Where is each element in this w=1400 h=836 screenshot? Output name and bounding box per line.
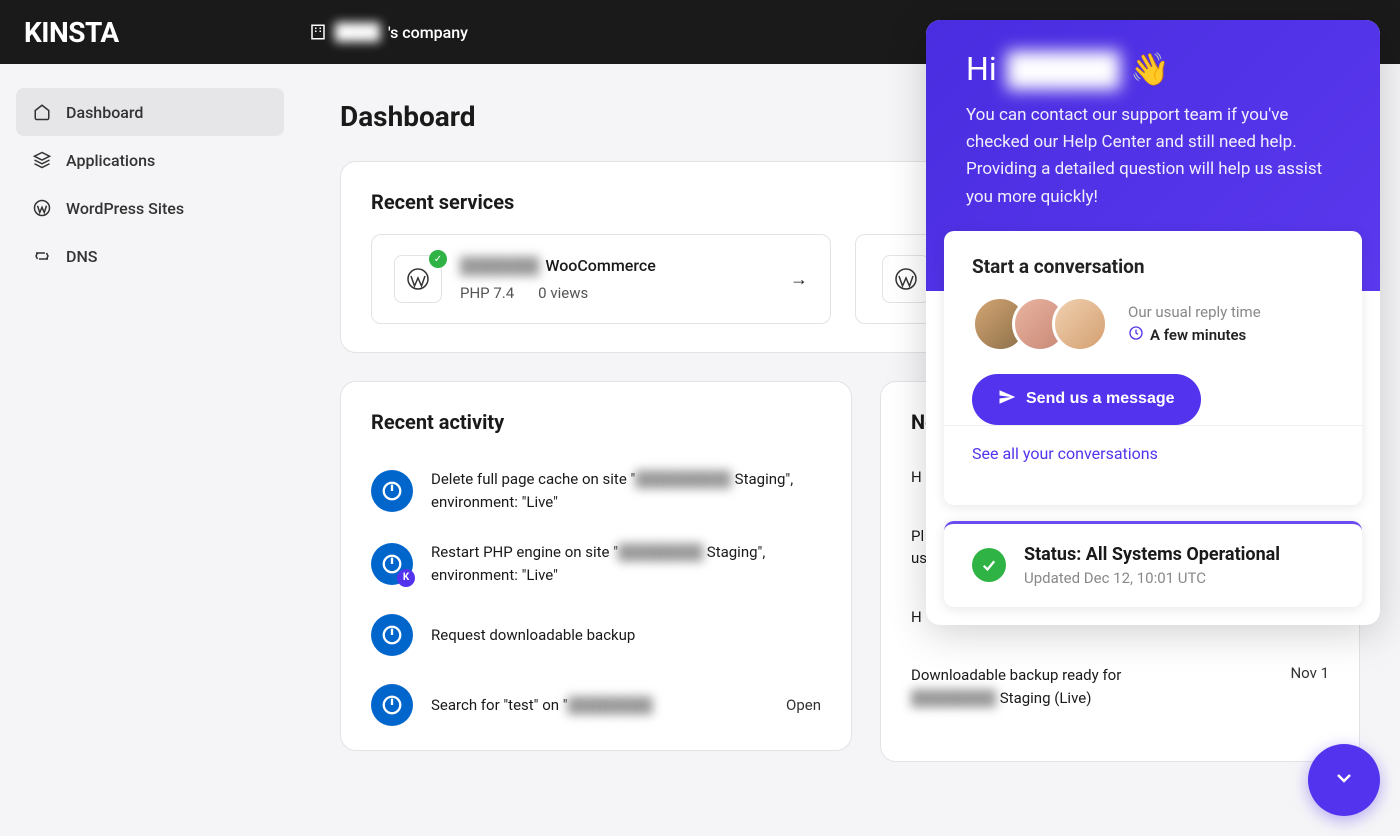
building-icon	[309, 23, 327, 41]
company-name-redacted: ████	[335, 22, 380, 42]
chevron-down-icon	[1332, 766, 1356, 794]
sidebar: Dashboard Applications WordPress Sites D…	[0, 64, 300, 836]
start-conversation-title: Start a conversation	[972, 255, 1334, 278]
check-icon	[972, 548, 1006, 582]
company-selector[interactable]: ████ 's company	[309, 22, 468, 42]
system-status-card[interactable]: Status: All Systems Operational Updated …	[944, 521, 1362, 607]
power-icon	[371, 684, 413, 726]
sidebar-item-dns[interactable]: DNS	[16, 232, 284, 280]
avatar	[1052, 296, 1108, 352]
sidebar-item-label: Applications	[66, 151, 155, 170]
arrow-right-icon: →	[790, 269, 808, 290]
notification-date: Nov 1	[1290, 664, 1329, 682]
support-avatars	[972, 296, 1108, 352]
k-badge-icon: K	[397, 569, 415, 587]
stack-icon	[32, 150, 52, 170]
wordpress-icon: ✓	[394, 255, 442, 303]
sidebar-item-label: WordPress Sites	[66, 199, 184, 218]
reply-label: Our usual reply time	[1128, 303, 1261, 321]
sidebar-item-applications[interactable]: Applications	[16, 136, 284, 184]
check-badge-icon: ✓	[429, 250, 447, 268]
home-icon	[32, 102, 52, 122]
status-updated: Updated Dec 12, 10:01 UTC	[1024, 569, 1280, 587]
activity-row[interactable]: Delete full page cache on site "████████…	[371, 454, 821, 527]
clock-icon	[1128, 325, 1144, 345]
notification-row[interactable]: Downloadable backup ready for ████████ S…	[911, 652, 1329, 733]
sidebar-item-label: DNS	[66, 247, 97, 266]
service-name-redacted: ███████	[460, 256, 539, 276]
wave-emoji: 👋	[1130, 50, 1170, 88]
power-icon	[371, 470, 413, 512]
sidebar-item-dashboard[interactable]: Dashboard	[16, 88, 284, 136]
recent-activity-title: Recent activity	[371, 410, 821, 434]
wordpress-icon	[882, 255, 930, 303]
power-icon	[371, 614, 413, 656]
chat-widget: Hi █████ 👋 You can contact our support t…	[926, 20, 1380, 625]
wordpress-icon	[32, 198, 52, 218]
chat-toggle-button[interactable]	[1308, 744, 1380, 816]
brand-logo[interactable]: KINSTA	[24, 16, 119, 49]
sidebar-item-wordpress[interactable]: WordPress Sites	[16, 184, 284, 232]
activity-row[interactable]: Search for "test" on "████████ Open	[371, 670, 821, 740]
company-suffix: 's company	[388, 23, 468, 42]
activity-text: Request downloadable backup	[431, 624, 821, 647]
sidebar-item-label: Dashboard	[66, 103, 143, 122]
reply-time: A few minutes	[1128, 325, 1261, 345]
chat-greeting: Hi █████ 👋	[966, 50, 1340, 88]
start-conversation-card: Start a conversation Our usual reply tim…	[944, 231, 1362, 505]
send-message-button[interactable]: Send us a message	[972, 374, 1201, 425]
activity-row[interactable]: K Restart PHP engine on site "████████ S…	[371, 527, 821, 600]
status-title: Status: All Systems Operational	[1024, 544, 1280, 565]
activity-text: Search for "test" on "████████	[431, 694, 768, 717]
service-views: 0 views	[538, 284, 588, 302]
send-icon	[998, 388, 1016, 411]
recent-activity-card: Recent activity Delete full page cache o…	[340, 381, 852, 751]
see-all-conversations-link[interactable]: See all your conversations	[972, 444, 1158, 463]
power-icon: K	[371, 543, 413, 585]
dns-icon	[32, 246, 52, 266]
service-php-version: PHP 7.4	[460, 284, 514, 302]
activity-status: Open	[786, 696, 821, 714]
activity-row[interactable]: Request downloadable backup	[371, 600, 821, 670]
chat-intro: You can contact our support team if you'…	[966, 102, 1340, 211]
service-card[interactable]: ✓ ███████ WooCommerce PHP 7.4 0 views →	[371, 234, 831, 324]
activity-text: Restart PHP engine on site "████████ Sta…	[431, 541, 821, 586]
service-name-plain: WooCommerce	[545, 256, 655, 275]
activity-text: Delete full page cache on site "████████…	[431, 468, 821, 513]
